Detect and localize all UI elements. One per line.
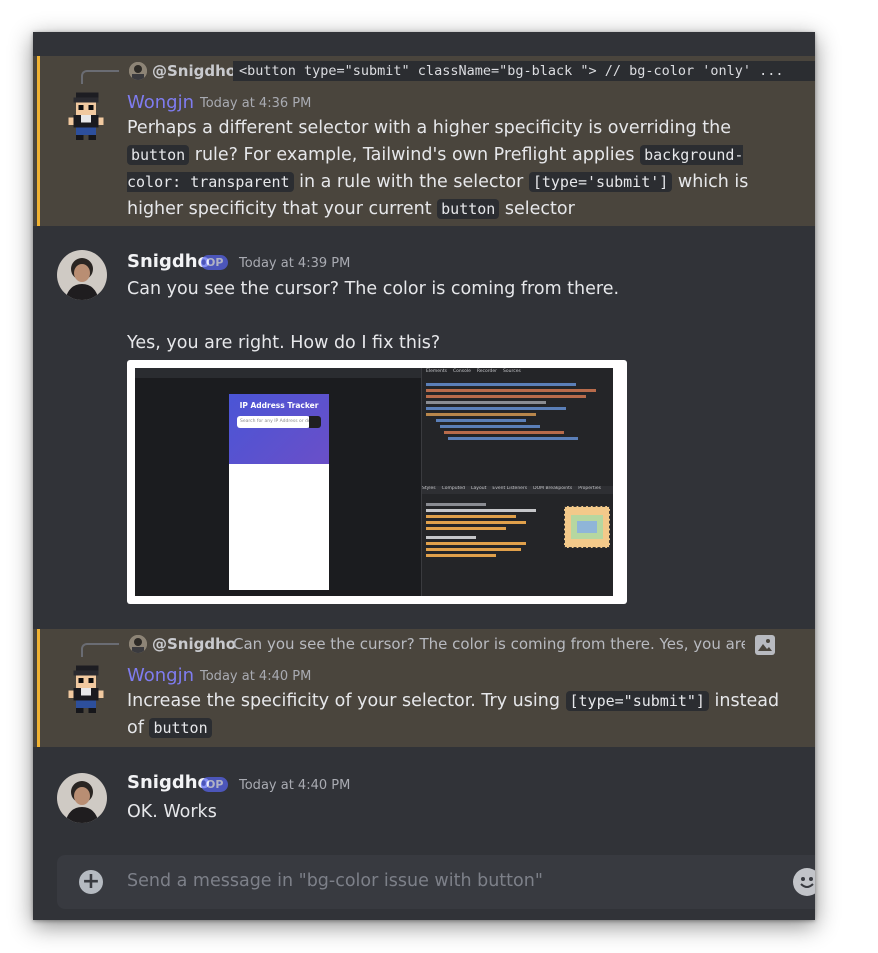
chat-window: @Snigdho <button type="submit" className… — [33, 32, 815, 920]
devtools-tab: DOM Breakpoints — [533, 486, 573, 491]
styles-pane — [426, 500, 556, 590]
message-content: Increase the specificity of your selecto… — [127, 688, 797, 742]
message-input[interactable]: Send a message in "bg-color issue with b… — [127, 871, 543, 891]
text-segment: selector — [499, 199, 575, 219]
text-segment: Increase the specificity of your selecto… — [127, 691, 566, 711]
op-badge: OP — [201, 777, 229, 792]
avatar-snigdho[interactable] — [57, 250, 107, 300]
devtools-screenshot: IP Address Tracker Search for any IP Add… — [135, 368, 613, 596]
reply-preview-code[interactable]: <button type="submit" className="bg-blac… — [233, 61, 815, 81]
reply-avatar — [129, 62, 147, 80]
box-model — [564, 506, 610, 548]
message-line-1: Can you see the cursor? The color is com… — [127, 279, 620, 299]
mock-page: IP Address Tracker Search for any IP Add… — [229, 394, 329, 590]
devtools-tab: Event Listeners — [492, 486, 528, 491]
message-wongjn-1[interactable]: @Snigdho <button type="submit" className… — [33, 56, 815, 226]
timestamp: Today at 4:39 PM — [239, 256, 351, 271]
author-name[interactable]: Snigdho — [127, 772, 210, 793]
op-badge: OP — [201, 255, 229, 270]
message-wongjn-2[interactable]: @Snigdho Can you see the cursor? The col… — [33, 629, 815, 747]
inline-code: button — [437, 199, 500, 219]
avatar-wongjn[interactable] — [61, 90, 111, 140]
devtools-tab: Sources — [503, 369, 521, 374]
reply-spine — [81, 70, 119, 84]
mock-search-input: Search for any IP Address or domain — [237, 416, 310, 428]
message-content: Perhaps a different selector with a high… — [127, 115, 797, 223]
reply-preview-text[interactable]: Can you see the cursor? The color is com… — [233, 635, 745, 653]
message-line-2: Yes, you are right. How do I fix this? — [127, 333, 441, 353]
text-segment: rule? For example, Tailwind's own Prefli… — [189, 145, 641, 165]
mock-search-button — [309, 416, 321, 428]
image-attachment[interactable]: IP Address Tracker Search for any IP Add… — [127, 360, 627, 604]
devtools-tab: Computed — [441, 486, 466, 491]
timestamp: Today at 4:40 PM — [200, 669, 312, 684]
reply-author[interactable]: @Snigdho — [152, 635, 236, 653]
reply-avatar — [129, 635, 147, 653]
message-composer[interactable]: + Send a message in "bg-color issue with… — [57, 855, 815, 909]
styles-tabs: Styles Computed Layout Event Listeners DOM B… — [422, 486, 613, 494]
reply-spine — [81, 643, 119, 657]
devtools-panel: Elements Console Recorder Sources Styles C — [421, 368, 613, 596]
inline-code: [type="submit"] — [565, 691, 709, 711]
message-snigdho-1[interactable]: Snigdho OP Today at 4:39 PM Can you see … — [33, 226, 815, 632]
inline-code: button — [149, 718, 212, 738]
text-segment: Perhaps a different selector with a high… — [127, 118, 732, 138]
reply-author[interactable]: @Snigdho — [152, 62, 236, 80]
text-segment: in a rule with the selector — [293, 172, 529, 192]
author-name[interactable]: Snigdho — [127, 251, 210, 272]
author-name[interactable]: Wongjn — [127, 92, 194, 113]
mock-title: IP Address Tracker — [239, 401, 319, 410]
author-name[interactable]: Wongjn — [127, 665, 194, 686]
devtools-tab: Layout — [471, 486, 487, 491]
devtools-tab: Recorder — [476, 369, 498, 374]
message-text: OK. Works — [127, 802, 217, 822]
timestamp: Today at 4:40 PM — [239, 778, 351, 793]
message-snigdho-2[interactable]: Snigdho OP Today at 4:40 PM OK. Works — [33, 747, 815, 847]
devtools-tab: Styles — [422, 486, 436, 491]
devtools-tabs: Elements Console Recorder Sources — [426, 369, 527, 374]
top-strip — [33, 32, 815, 56]
avatar-snigdho[interactable] — [57, 773, 107, 823]
timestamp: Today at 4:36 PM — [200, 96, 312, 111]
add-attachment-button[interactable]: + — [79, 870, 103, 894]
devtools-tab: Properties — [578, 486, 602, 491]
devtools-tab: Elements — [426, 369, 447, 374]
avatar-wongjn[interactable] — [61, 663, 111, 713]
dom-tree — [426, 380, 610, 480]
image-icon — [755, 635, 775, 655]
emoji-picker-icon[interactable] — [793, 868, 815, 896]
inline-code: [type='submit'] — [528, 172, 673, 192]
devtools-tab: Console — [452, 369, 471, 374]
inline-code: button — [127, 145, 190, 165]
